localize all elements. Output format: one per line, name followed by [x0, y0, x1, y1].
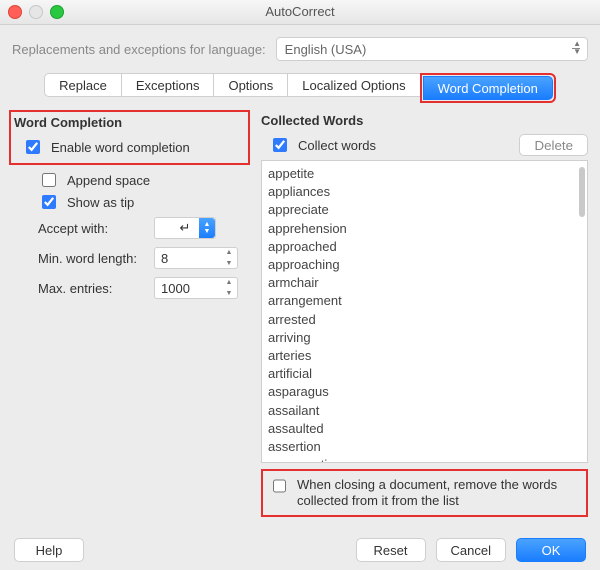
word-completion-header: Word Completion	[14, 115, 245, 130]
list-item[interactable]: armchair	[268, 274, 581, 292]
accept-with-value: ↵	[180, 220, 191, 236]
tab-exceptions[interactable]: Exceptions	[121, 73, 215, 97]
updown-icon: ▲▼	[573, 40, 581, 56]
ok-button[interactable]: OK	[516, 538, 586, 562]
list-item[interactable]: apprehension	[268, 220, 581, 238]
tab-replace[interactable]: Replace	[44, 73, 122, 97]
language-select[interactable]: English (USA) ▲▼	[276, 37, 588, 61]
stepper-icon: ▲▼	[223, 279, 235, 297]
collected-words-header: Collected Words	[261, 113, 588, 128]
accept-with-label: Accept with:	[38, 221, 148, 236]
window-title: AutoCorrect	[265, 4, 334, 19]
list-item[interactable]: appliances	[268, 183, 581, 201]
close-icon[interactable]	[8, 5, 22, 19]
stepper-icon: ▲▼	[223, 249, 235, 267]
titlebar: AutoCorrect	[0, 0, 600, 25]
max-entries-value: 1000	[161, 281, 190, 296]
remove-on-close-checkbox[interactable]	[273, 479, 286, 493]
window-controls	[8, 5, 64, 19]
enable-word-completion-label: Enable word completion	[51, 140, 190, 155]
list-item[interactable]: approached	[268, 238, 581, 256]
zoom-icon[interactable]	[50, 5, 64, 19]
updown-icon: ▲▼	[199, 218, 215, 238]
max-entries-stepper[interactable]: 1000 ▲▼	[154, 277, 238, 299]
list-item[interactable]: appreciate	[268, 201, 581, 219]
collected-words-list[interactable]: appetiteappliancesappreciateapprehension…	[261, 160, 588, 463]
list-item[interactable]: arrested	[268, 311, 581, 329]
delete-button[interactable]: Delete	[519, 134, 588, 156]
cancel-button[interactable]: Cancel	[436, 538, 506, 562]
list-item[interactable]: appetite	[268, 165, 581, 183]
list-item[interactable]: assertion	[268, 438, 581, 456]
dialog-footer: Help Reset Cancel OK	[0, 538, 600, 562]
list-item[interactable]: arrangement	[268, 292, 581, 310]
reset-button[interactable]: Reset	[356, 538, 426, 562]
tab-options[interactable]: Options	[213, 73, 288, 97]
append-space-checkbox[interactable]	[42, 173, 56, 187]
show-as-tip-label: Show as tip	[67, 195, 134, 210]
scrollbar[interactable]	[579, 167, 585, 217]
list-item[interactable]: arteries	[268, 347, 581, 365]
min-word-length-value: 8	[161, 251, 168, 266]
min-word-length-stepper[interactable]: 8 ▲▼	[154, 247, 238, 269]
show-as-tip-checkbox[interactable]	[42, 195, 56, 209]
list-item[interactable]: arriving	[268, 329, 581, 347]
tab-bar: Replace Exceptions Options Localized Opt…	[12, 73, 588, 103]
accept-with-select[interactable]: ↵ ▲▼	[154, 217, 216, 239]
tab-localized-options[interactable]: Localized Options	[287, 73, 420, 97]
list-item[interactable]: assaulted	[268, 420, 581, 438]
language-value: English (USA)	[285, 42, 367, 57]
min-word-length-label: Min. word length:	[38, 251, 148, 266]
list-item[interactable]: asparagus	[268, 383, 581, 401]
tab-word-completion[interactable]: Word Completion	[423, 76, 553, 100]
append-space-label: Append space	[67, 173, 150, 188]
remove-on-close-label: When closing a document, remove the word…	[297, 477, 580, 509]
list-item[interactable]: artificial	[268, 365, 581, 383]
language-label: Replacements and exceptions for language…	[12, 42, 266, 57]
collect-words-label: Collect words	[298, 138, 376, 153]
list-item[interactable]: asseverations	[268, 456, 581, 463]
enable-word-completion-checkbox[interactable]	[26, 140, 40, 154]
help-button[interactable]: Help	[14, 538, 84, 562]
collect-words-checkbox[interactable]	[273, 138, 287, 152]
list-item[interactable]: approaching	[268, 256, 581, 274]
max-entries-label: Max. entries:	[38, 281, 148, 296]
autocorrect-dialog: AutoCorrect Replacements and exceptions …	[0, 0, 600, 570]
minimize-icon[interactable]	[29, 5, 43, 19]
list-item[interactable]: assailant	[268, 402, 581, 420]
